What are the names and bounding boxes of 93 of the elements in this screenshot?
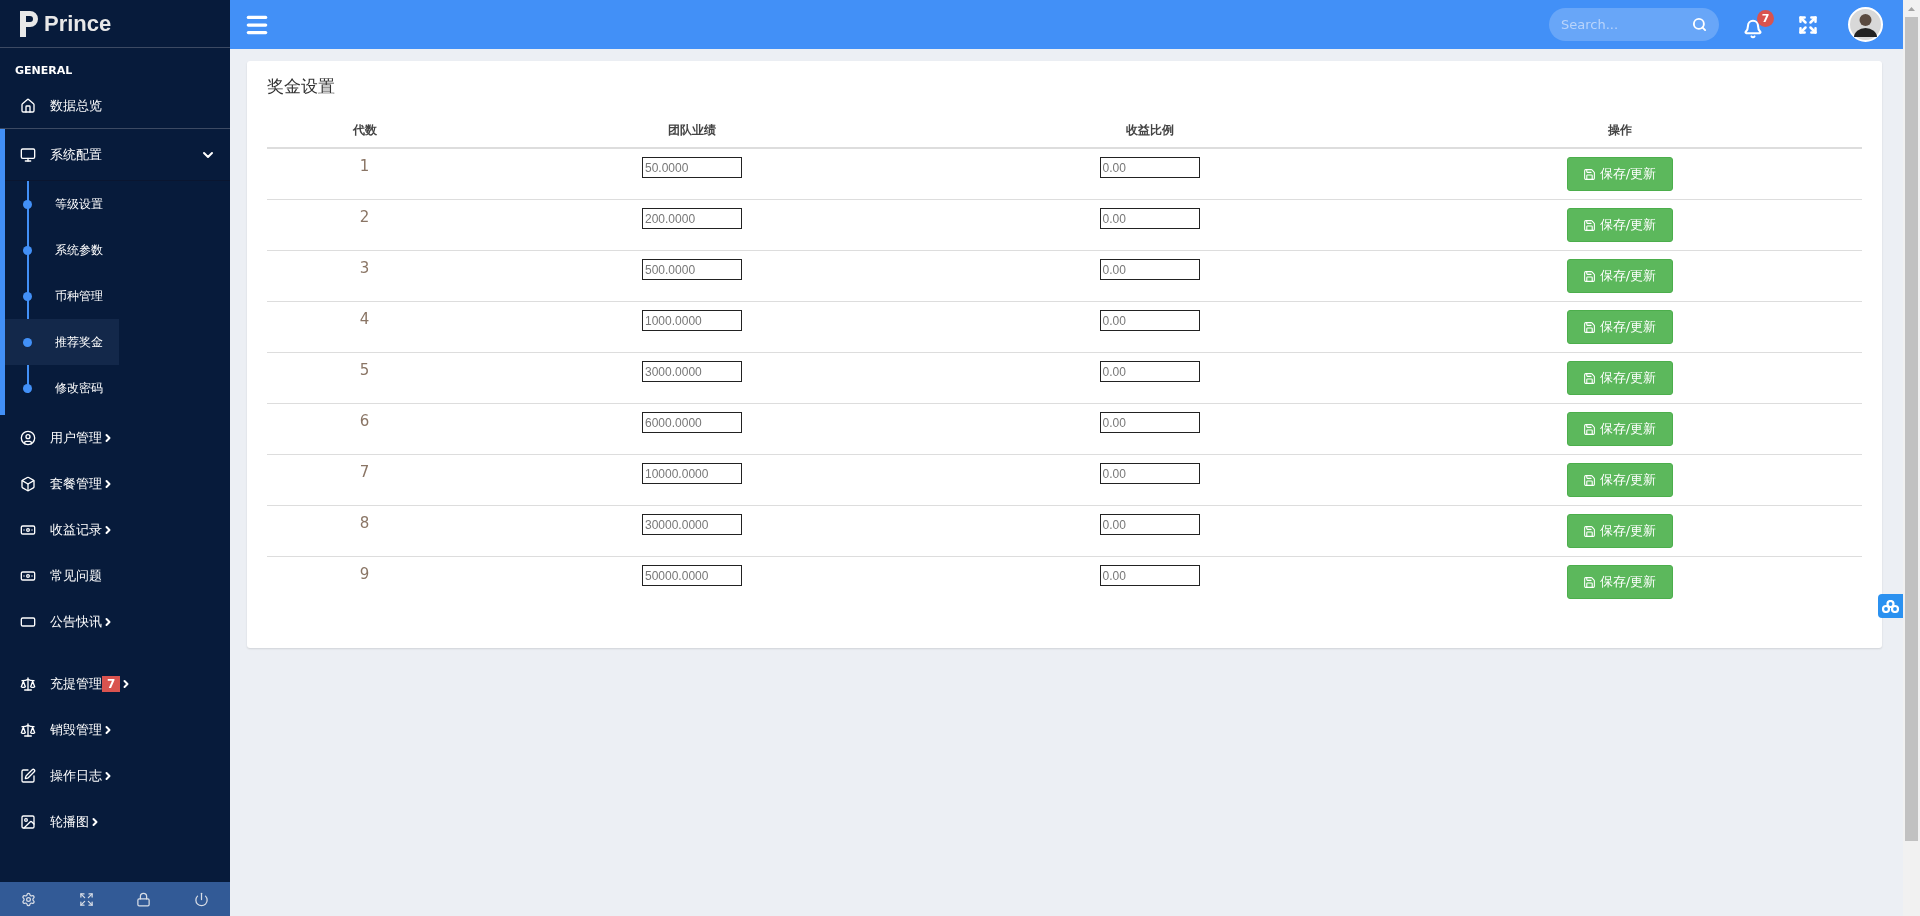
lock-icon[interactable] [136,891,152,907]
input-field[interactable]: 0.00 [1099,361,1200,382]
submenu-item[interactable]: 推荐奖金 [5,319,119,365]
scale-icon [20,722,36,738]
menu-item[interactable]: 收益记录 [0,507,230,553]
input-field[interactable]: 0.00 [1099,463,1200,484]
column-header: 团队业绩 [462,116,922,149]
banknote-icon [20,568,36,584]
menu-item[interactable]: 数据总览 [0,83,230,129]
input-field[interactable]: 0.00 [1099,157,1200,178]
save-button[interactable]: 保存/更新 [1566,514,1673,548]
menu-item[interactable]: 销毁管理 [0,707,230,753]
table-cell: 7 [359,463,370,481]
submenu-item[interactable]: 修改密码 [5,365,119,411]
floppy-icon [1582,167,1596,181]
floppy-icon [1582,269,1596,283]
home-icon [20,97,36,114]
table-cell: 3 [359,259,370,277]
menu-item[interactable]: 公告快讯 [0,599,230,645]
floppy-icon [1582,320,1596,334]
fullscreen-icon[interactable] [1798,14,1818,35]
avatar[interactable] [1848,7,1883,42]
search-icon [1692,17,1707,32]
cloud-widget-button[interactable] [1878,594,1903,618]
settings-icon[interactable] [21,891,37,907]
count-badge: 7 [102,676,121,692]
column-header: 操作 [1377,116,1862,149]
input-field[interactable]: 1000.0000 [642,310,742,331]
save-button[interactable]: 保存/更新 [1566,361,1673,395]
menu-item[interactable]: 用户管理 [0,415,230,461]
menu-item[interactable]: 常见问题 [0,553,230,599]
window-icon [20,614,36,630]
input-field[interactable]: 10000.0000 [642,463,742,484]
floppy-icon [1582,371,1596,385]
menu-item[interactable]: 系统配置 [5,129,230,181]
menu-item[interactable]: 操作日志 [0,753,230,799]
table-cell: 4 [359,310,370,328]
submenu-item[interactable]: 系统参数 [5,227,119,273]
input-field[interactable]: 0.00 [1099,514,1200,535]
expand-icon[interactable] [78,891,94,907]
save-button[interactable]: 保存/更新 [1566,565,1673,599]
notification-badge: 7 [1757,10,1774,27]
input-field[interactable]: 0.00 [1099,412,1200,433]
notification-button[interactable]: 7 [1743,10,1774,39]
section-label: GENERAL [14,63,74,79]
table-cell: 9 [359,565,370,583]
table-cell: 2 [359,208,370,226]
menu-item[interactable]: 套餐管理 [0,461,230,507]
floppy-icon [1582,524,1596,538]
user-icon [20,430,36,446]
input-field[interactable]: 3000.0000 [642,361,742,382]
column-header: 代数 [267,116,462,149]
input-field[interactable]: 50.0000 [642,157,742,178]
image-icon [20,814,36,830]
floppy-icon [1582,218,1596,232]
input-field[interactable]: 30000.0000 [642,514,742,535]
save-button[interactable]: 保存/更新 [1566,259,1673,293]
save-button[interactable]: 保存/更新 [1566,310,1673,344]
save-button[interactable]: 保存/更新 [1566,157,1673,191]
cloud-icon [1882,599,1899,613]
card-title: 奖金设置 [267,75,336,98]
floppy-icon [1582,422,1596,436]
table-cell: 1 [359,157,370,175]
floppy-icon [1582,575,1596,589]
edit-icon [20,768,36,784]
submenu-item[interactable]: 等级设置 [5,181,119,227]
input-field[interactable]: 6000.0000 [642,412,742,433]
submenu-item[interactable]: 币种管理 [5,273,119,319]
brand-name: Prince [44,10,112,37]
input-field[interactable]: 200.0000 [642,208,742,229]
input-field[interactable]: 50000.0000 [642,565,742,586]
table-cell: 5 [359,361,370,379]
logo-icon [20,10,38,37]
table-cell: 6 [359,412,370,430]
power-icon[interactable] [193,891,209,907]
save-button[interactable]: 保存/更新 [1566,463,1673,497]
save-button[interactable]: 保存/更新 [1566,412,1673,446]
cube-icon [20,476,36,492]
search-field[interactable]: Search... [1549,8,1719,41]
menu-item[interactable]: 充提管理 7 [0,661,230,707]
menu-item[interactable]: 轮播图 [0,799,230,845]
scale-icon [20,676,36,692]
floppy-icon [1582,473,1596,487]
table-cell: 8 [359,514,370,532]
input-field[interactable]: 0.00 [1099,565,1200,586]
input-field[interactable]: 0.00 [1099,208,1200,229]
banknote-icon [20,522,36,538]
column-header: 收益比例 [922,116,1377,149]
input-field[interactable]: 0.00 [1099,310,1200,331]
save-button[interactable]: 保存/更新 [1566,208,1673,242]
monitor-icon [20,146,36,163]
input-field[interactable]: 0.00 [1099,259,1200,280]
input-field[interactable]: 500.0000 [642,259,742,280]
